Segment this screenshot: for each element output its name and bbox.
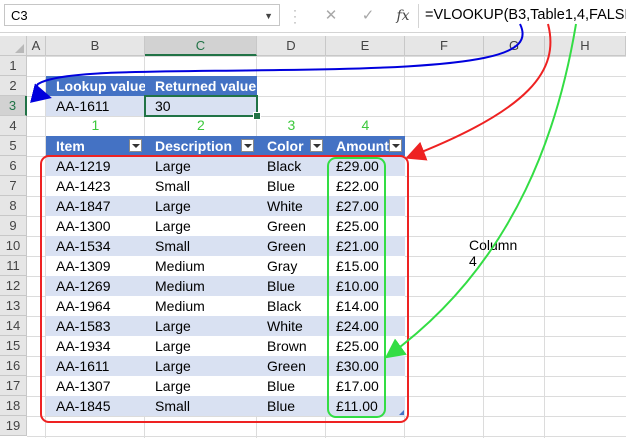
amount-column-outline bbox=[327, 157, 386, 418]
annotation-overlay bbox=[30, 23, 577, 423]
table-highlight-outline bbox=[40, 155, 409, 423]
arrow-lookup-value bbox=[30, 23, 524, 103]
arrow-table-array bbox=[405, 23, 552, 161]
arrow-column-index bbox=[384, 23, 577, 359]
